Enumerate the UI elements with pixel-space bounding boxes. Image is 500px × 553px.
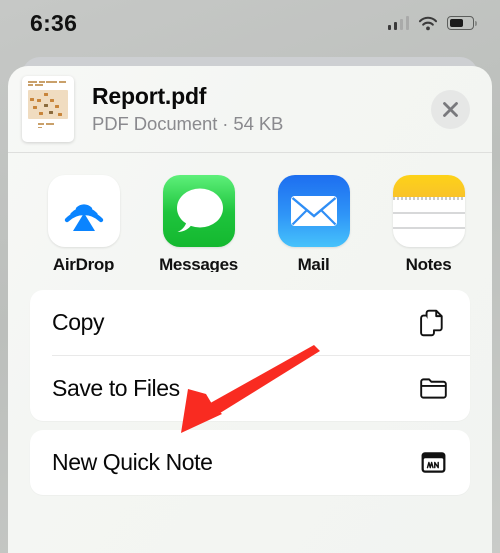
file-header: Report.pdf PDF Document · 54 KB	[8, 66, 492, 152]
pdf-page-thumbnail	[22, 76, 74, 142]
share-app-label: AirDrop	[52, 255, 115, 272]
action-row-new-quick-note[interactable]: New Quick Note	[30, 430, 470, 495]
file-meta: Report.pdf PDF Document · 54 KB	[92, 83, 431, 135]
close-button[interactable]	[431, 89, 470, 129]
share-app-airdrop[interactable]: AirDrop	[26, 175, 141, 272]
action-card-secondary: New Quick Note	[30, 430, 470, 495]
status-bar-clock: 6:36	[30, 9, 78, 36]
share-app-notes[interactable]: Notes	[371, 175, 486, 272]
close-x-icon	[443, 101, 458, 117]
action-label: New Quick Note	[52, 449, 213, 475]
action-card-primary: Copy Save to Files	[30, 290, 470, 421]
airdrop-icon	[47, 175, 120, 247]
file-subtitle: PDF Document · 54 KB	[92, 113, 284, 134]
action-label: Copy	[52, 309, 105, 335]
app-share-row: AirDrop Messages Mail Notes	[8, 153, 492, 272]
wifi-icon	[418, 16, 438, 30]
share-sheet: Report.pdf PDF Document · 54 KB AirDrop	[8, 66, 492, 553]
action-list: Copy Save to Files New Quick Note	[8, 272, 492, 495]
copy-documents-icon	[416, 306, 450, 340]
status-bar: 6:36	[0, 0, 500, 46]
share-app-mail[interactable]: Mail	[256, 175, 371, 272]
share-app-messages[interactable]: Messages	[141, 175, 256, 272]
action-row-save-to-files[interactable]: Save to Files	[30, 356, 470, 421]
status-bar-indicators	[387, 16, 477, 31]
action-row-copy[interactable]: Copy	[30, 290, 470, 355]
file-name: Report.pdf	[92, 83, 207, 109]
mail-icon	[277, 175, 350, 247]
folder-icon	[416, 372, 450, 406]
share-app-partial[interactable]	[486, 175, 492, 255]
messages-icon	[162, 175, 235, 247]
share-app-label: Messages	[159, 255, 238, 272]
notes-icon	[392, 175, 465, 247]
cellular-signal-icon	[387, 16, 409, 30]
action-label: Save to Files	[52, 375, 180, 401]
share-app-label: Notes	[405, 255, 452, 272]
quick-note-icon	[416, 446, 450, 480]
share-app-label: Mail	[297, 255, 330, 272]
battery-icon	[447, 16, 477, 30]
